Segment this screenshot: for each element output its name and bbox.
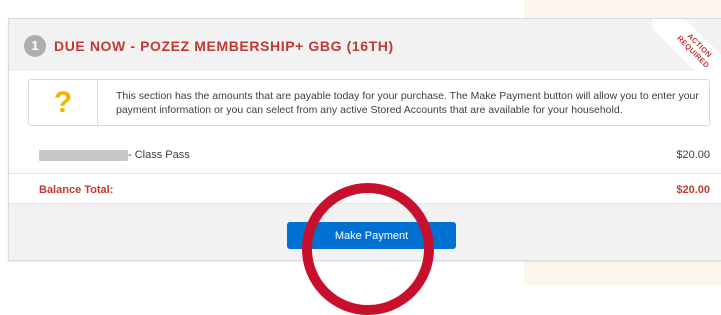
make-payment-button[interactable]: Make Payment	[287, 222, 456, 249]
line-item-amount: $20.00	[676, 149, 710, 161]
redacted-item-name	[39, 150, 128, 161]
due-now-card: 1 DUE NOW - POZEZ MEMBERSHIP+ GBG (16TH)…	[8, 18, 721, 261]
divider	[9, 173, 721, 174]
balance-total-label: Balance Total:	[39, 184, 114, 196]
notice-icon-cell: ?	[29, 80, 98, 125]
section-title: DUE NOW - POZEZ MEMBERSHIP+ GBG (16TH)	[54, 38, 394, 54]
line-item: - Class Pass $20.00	[9, 147, 721, 167]
info-notice: ? This section has the amounts that are …	[28, 79, 710, 126]
step-number-badge: 1	[24, 35, 46, 57]
card-footer: Make Payment	[9, 203, 721, 260]
balance-total-amount: $20.00	[676, 184, 710, 196]
card-header: 1 DUE NOW - POZEZ MEMBERSHIP+ GBG (16TH)	[9, 19, 721, 71]
question-mark-icon: ?	[53, 85, 73, 119]
line-item-label: - Class Pass	[128, 149, 190, 161]
notice-text: This section has the amounts that are pa…	[116, 90, 699, 116]
